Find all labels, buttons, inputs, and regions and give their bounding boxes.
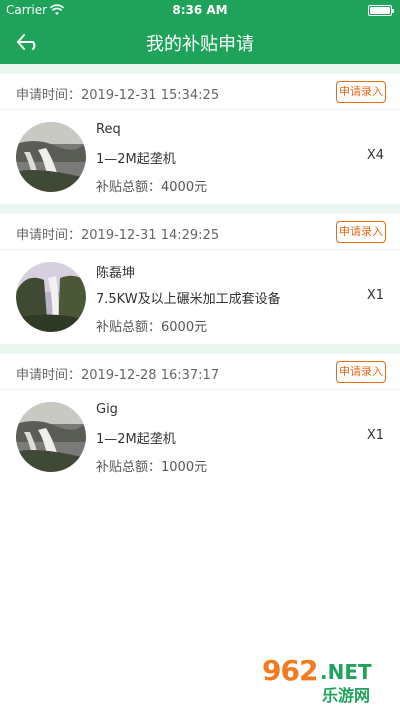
apply-entry-button[interactable]: 申请录入 bbox=[336, 361, 386, 383]
applicant-name: Req bbox=[96, 122, 121, 137]
apply-time-label: 申请时间： bbox=[16, 228, 82, 243]
watermark-cn: 乐游网 bbox=[322, 686, 371, 705]
card-body: 陈磊坤 7.5KW及以上碾米加工成套设备 X1 补贴总额：6000元 bbox=[0, 250, 400, 344]
avatar bbox=[16, 402, 86, 472]
clock: 8:36 AM bbox=[172, 3, 228, 17]
subsidy-total-value: 6000元 bbox=[161, 320, 208, 335]
apply-time-label: 申请时间： bbox=[16, 368, 82, 383]
applicant-name: 陈磊坤 bbox=[96, 266, 136, 281]
subsidy-total: 补贴总额：1000元 bbox=[96, 456, 207, 475]
watermark-net: .NET bbox=[320, 660, 372, 684]
quantity: X4 bbox=[366, 148, 384, 163]
card-header: 申请时间：2019-12-31 14:29:25 申请录入 bbox=[0, 214, 400, 250]
section-divider bbox=[0, 344, 400, 354]
watermark-brand: 962 bbox=[262, 654, 318, 687]
apply-time: 申请时间：2019-12-28 16:37:17 bbox=[16, 364, 219, 383]
apply-entry-button[interactable]: 申请录入 bbox=[336, 221, 386, 243]
card-header: 申请时间：2019-12-31 15:34:25 申请录入 bbox=[0, 74, 400, 110]
subsidy-total-label: 补贴总额： bbox=[96, 320, 162, 335]
product-name: 7.5KW及以上碾米加工成套设备 bbox=[96, 292, 281, 307]
application-card[interactable]: 申请时间：2019-12-31 14:29:25 申请录入 陈磊坤 7.5KW及… bbox=[0, 214, 400, 344]
section-divider bbox=[0, 64, 400, 74]
application-list: 申请时间：2019-12-31 15:34:25 申请录入 Req 1—2M起垄… bbox=[0, 64, 400, 484]
status-bar: Carrier 8:36 AM bbox=[0, 0, 400, 20]
subsidy-total-label: 补贴总额： bbox=[96, 180, 162, 195]
apply-time: 申请时间：2019-12-31 14:29:25 bbox=[16, 224, 219, 243]
subsidy-total-label: 补贴总额： bbox=[96, 460, 162, 475]
section-divider bbox=[0, 204, 400, 214]
apply-time: 申请时间：2019-12-31 15:34:25 bbox=[16, 84, 219, 103]
product-name: 1—2M起垄机 bbox=[96, 432, 176, 447]
subsidy-total: 补贴总额：4000元 bbox=[96, 176, 207, 195]
card-header: 申请时间：2019-12-28 16:37:17 申请录入 bbox=[0, 354, 400, 390]
avatar bbox=[16, 122, 86, 192]
quantity: X1 bbox=[366, 428, 384, 443]
quantity: X1 bbox=[366, 288, 384, 303]
watermark-logo: 962 .NET 乐游网 bbox=[262, 654, 392, 705]
card-body: Gig 1—2M起垄机 X1 补贴总额：1000元 bbox=[0, 390, 400, 484]
applicant-name: Gig bbox=[96, 402, 118, 417]
subsidy-total: 补贴总额：6000元 bbox=[96, 316, 207, 335]
apply-time-label: 申请时间： bbox=[16, 88, 82, 103]
apply-time-value: 2019-12-28 16:37:17 bbox=[81, 368, 220, 383]
subsidy-total-value: 1000元 bbox=[161, 460, 208, 475]
product-name: 1—2M起垄机 bbox=[96, 152, 176, 167]
application-card[interactable]: 申请时间：2019-12-31 15:34:25 申请录入 Req 1—2M起垄… bbox=[0, 74, 400, 204]
application-card[interactable]: 申请时间：2019-12-28 16:37:17 申请录入 Gig 1—2M起垄… bbox=[0, 354, 400, 484]
avatar bbox=[16, 262, 86, 332]
apply-time-value: 2019-12-31 15:34:25 bbox=[81, 88, 220, 103]
apply-entry-button[interactable]: 申请录入 bbox=[336, 81, 386, 103]
subsidy-total-value: 4000元 bbox=[161, 180, 208, 195]
card-body: Req 1—2M起垄机 X4 补贴总额：4000元 bbox=[0, 110, 400, 204]
page-title: 我的补贴申请 bbox=[146, 34, 254, 55]
battery-icon bbox=[368, 5, 394, 16]
top-bar: Carrier 8:36 AM 我的补贴申请 bbox=[0, 0, 400, 64]
apply-time-value: 2019-12-31 14:29:25 bbox=[81, 228, 220, 243]
